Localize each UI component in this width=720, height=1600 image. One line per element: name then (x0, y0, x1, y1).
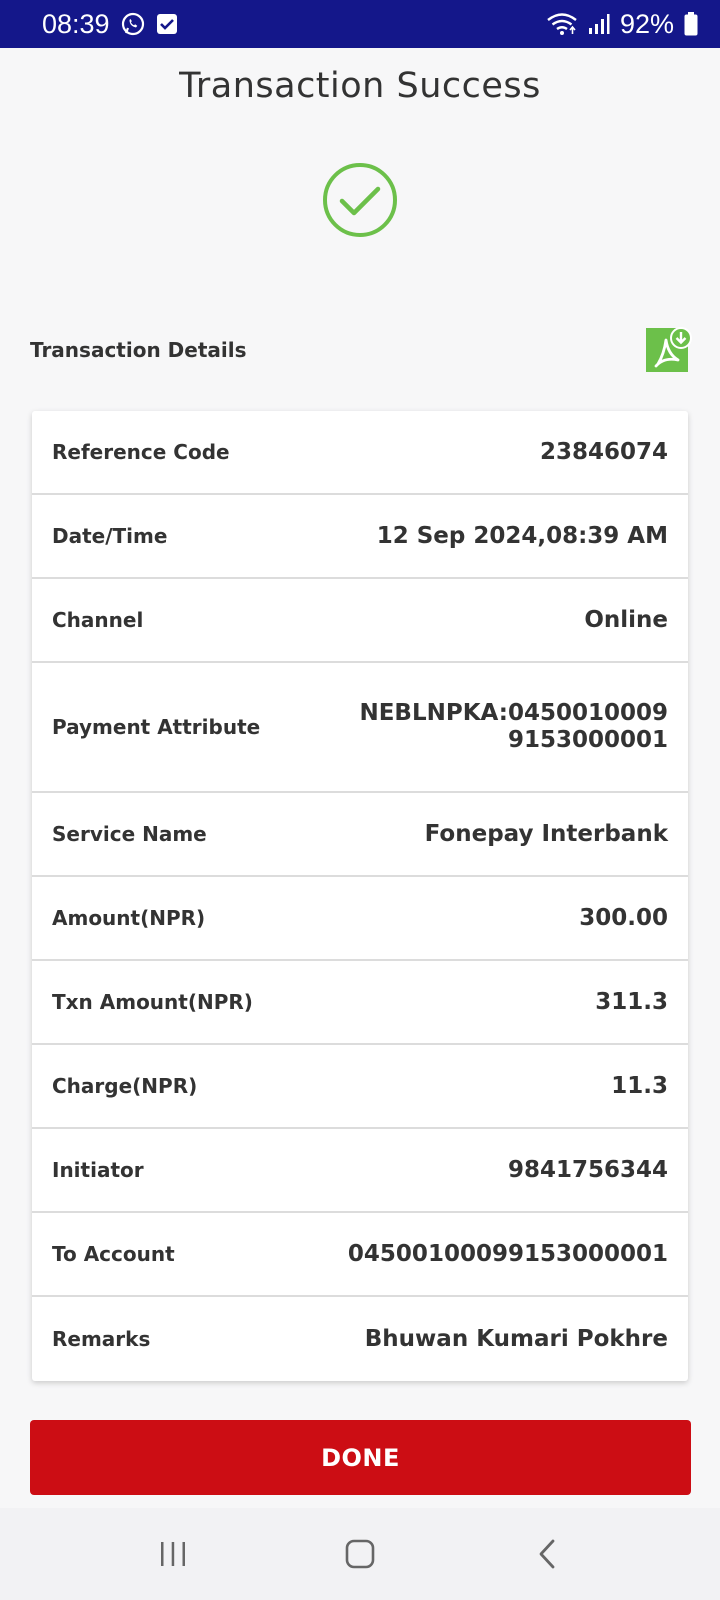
detail-row-service-name: Service Name Fonepay Interbank (32, 793, 688, 877)
detail-label: Txn Amount(NPR) (52, 990, 253, 1014)
detail-label: To Account (52, 1242, 175, 1266)
detail-label: Reference Code (52, 440, 230, 464)
status-left: 08:39 (42, 9, 178, 40)
detail-value: 300.00 (579, 905, 668, 931)
checkbox-notification-icon (156, 13, 178, 35)
wifi-icon (546, 12, 578, 36)
detail-value: 12 Sep 2024,08:39 AM (376, 523, 668, 549)
pdf-download-icon[interactable] (644, 326, 692, 378)
battery-icon (684, 12, 698, 36)
status-time: 08:39 (42, 8, 110, 39)
detail-label: Service Name (52, 822, 207, 846)
detail-label: Remarks (52, 1327, 151, 1351)
detail-row-remarks: Remarks Bhuwan Kumari Pokhre (32, 1297, 688, 1381)
detail-value: Fonepay Interbank (424, 821, 668, 847)
viber-icon (120, 11, 146, 37)
recent-apps-icon[interactable] (138, 1524, 208, 1584)
detail-label: Payment Attribute (52, 715, 261, 739)
detail-value-line-2: 9153000001 (507, 727, 668, 753)
page-title: Transaction Success (179, 66, 541, 106)
check-circle-icon (322, 162, 398, 242)
transaction-details-card: Reference Code 23846074 Date/Time 12 Sep… (32, 411, 688, 1381)
detail-row-payment-attribute: Payment Attribute NEBLNPKA:0450010009 91… (32, 663, 688, 793)
back-icon[interactable] (512, 1524, 582, 1584)
status-bar: 08:39 92% (0, 0, 720, 48)
system-nav-bar (0, 1508, 720, 1600)
detail-row-initiator: Initiator 9841756344 (32, 1129, 688, 1213)
home-icon[interactable] (325, 1524, 395, 1584)
detail-value: 311.3 (595, 989, 668, 1015)
detail-value-line-1: NEBLNPKA:0450010009 (359, 700, 668, 726)
signal-icon (588, 13, 610, 35)
detail-label: Initiator (52, 1158, 144, 1182)
details-heading: Transaction Details (30, 338, 247, 362)
detail-label: Charge(NPR) (52, 1074, 198, 1098)
detail-value: Bhuwan Kumari Pokhre (364, 1326, 668, 1352)
detail-label: Channel (52, 608, 144, 632)
detail-row-to-account: To Account 04500100099153000001 (32, 1213, 688, 1297)
done-button[interactable]: DONE (30, 1420, 691, 1495)
detail-row-date-time: Date/Time 12 Sep 2024,08:39 AM (32, 495, 688, 579)
detail-label: Amount(NPR) (52, 906, 206, 930)
detail-value: Online (584, 607, 668, 633)
detail-value: NEBLNPKA:0450010009 9153000001 (359, 700, 668, 754)
detail-value: 11.3 (611, 1073, 668, 1099)
detail-row-channel: Channel Online (32, 579, 688, 663)
detail-label: Date/Time (52, 524, 168, 548)
battery-percent: 92% (619, 8, 674, 39)
detail-row-charge: Charge(NPR) 11.3 (32, 1045, 688, 1129)
status-right: 92% (546, 9, 698, 40)
detail-row-reference-code: Reference Code 23846074 (32, 411, 688, 495)
detail-row-amount: Amount(NPR) 300.00 (32, 877, 688, 961)
detail-value: 04500100099153000001 (347, 1241, 668, 1267)
detail-value: 9841756344 (507, 1157, 668, 1183)
detail-value: 23846074 (539, 439, 668, 465)
detail-row-txn-amount: Txn Amount(NPR) 311.3 (32, 961, 688, 1045)
